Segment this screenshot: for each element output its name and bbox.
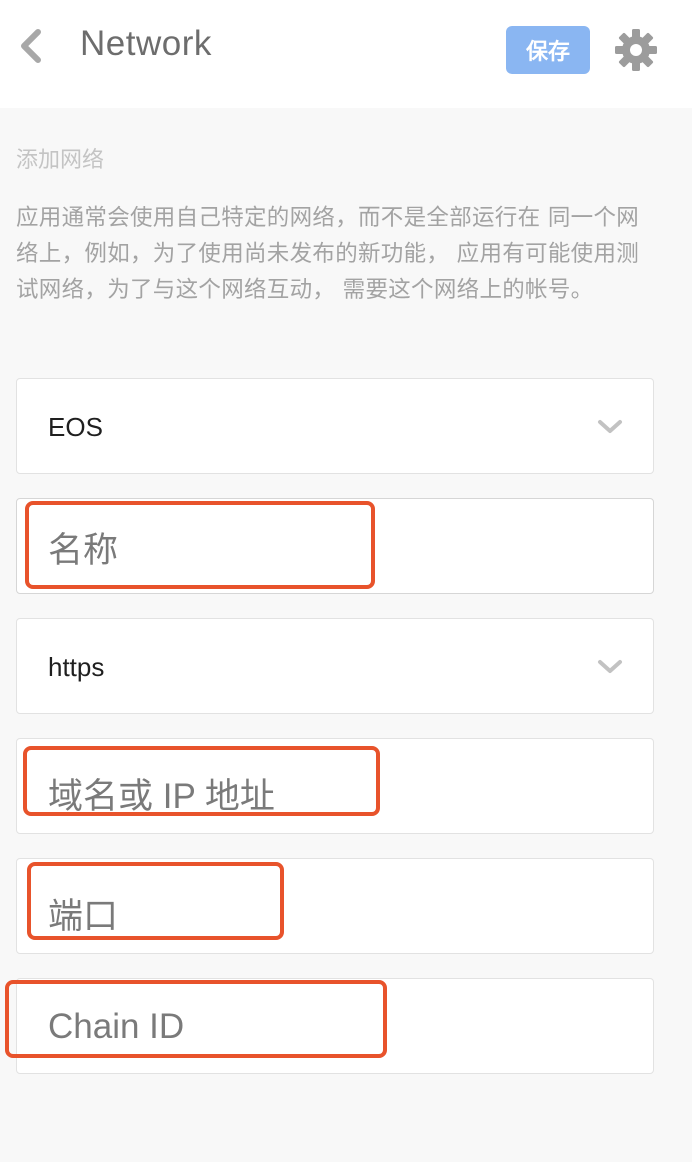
chevron-down-icon: [598, 660, 622, 673]
back-button[interactable]: [12, 22, 52, 70]
gear-icon: [615, 29, 657, 71]
port-input-placeholder: 端口: [48, 896, 119, 936]
section-title: 添加网络: [16, 148, 105, 173]
name-input-placeholder: 名称: [48, 530, 119, 570]
section-description: 应用通常会使用自己特定的网络，而不是全部运行在 同一个网络上，例如，为了使用尚未…: [16, 205, 640, 303]
host-input[interactable]: 域名或 IP 地址: [16, 738, 654, 834]
name-input[interactable]: 名称: [16, 498, 654, 594]
chevron-left-icon: [21, 29, 41, 63]
host-input-placeholder: 域名或 IP 地址: [48, 776, 275, 816]
page-title: Network: [80, 24, 212, 63]
header-bar: Network 保存: [0, 0, 692, 108]
chain-id-input-placeholder: Chain ID: [48, 1007, 185, 1046]
protocol-select-value: https: [48, 651, 105, 682]
settings-button[interactable]: [612, 26, 660, 74]
blockchain-select[interactable]: EOS: [16, 378, 654, 474]
save-button[interactable]: 保存: [506, 26, 590, 74]
port-input[interactable]: 端口: [16, 858, 654, 954]
chevron-down-icon: [598, 420, 622, 433]
blockchain-select-value: EOS: [48, 411, 103, 442]
chain-id-input[interactable]: Chain ID: [16, 978, 654, 1074]
protocol-select[interactable]: https: [16, 618, 654, 714]
